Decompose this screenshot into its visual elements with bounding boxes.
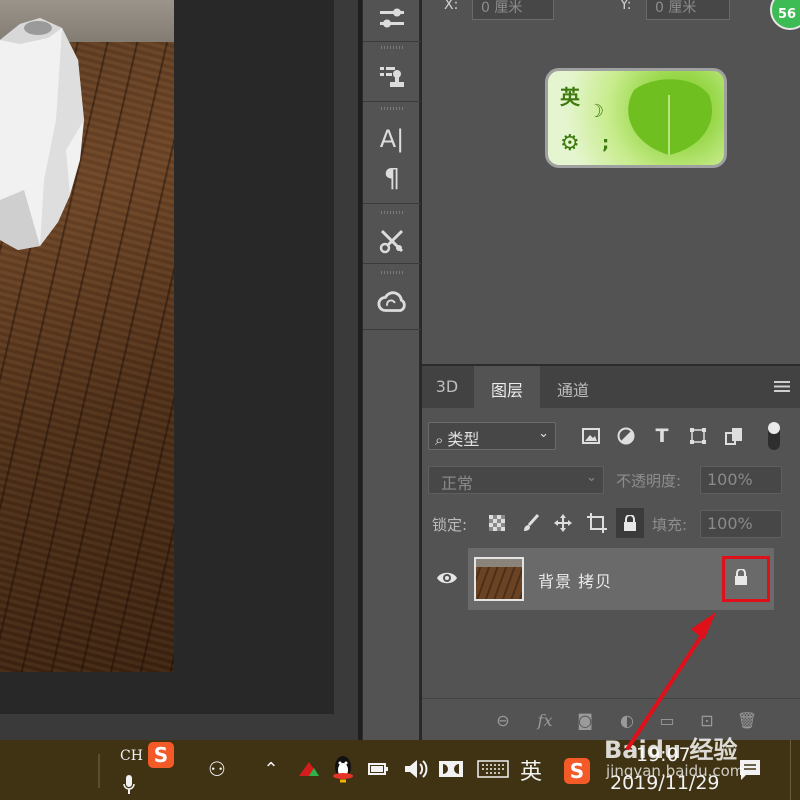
filter-toggle-knob bbox=[768, 422, 780, 434]
people-icon[interactable]: ⚇ bbox=[204, 756, 230, 782]
filter-toggle[interactable] bbox=[768, 422, 780, 450]
qq-penguin-icon[interactable] bbox=[330, 754, 356, 784]
blend-mode-label: 正常 bbox=[441, 474, 474, 493]
sogou-ime-tray-icon[interactable]: S bbox=[564, 758, 590, 784]
show-hidden-icons-chevron[interactable]: ⌃ bbox=[260, 756, 282, 782]
ime-language[interactable]: CH bbox=[120, 748, 143, 764]
battery-power-icon[interactable] bbox=[366, 758, 392, 780]
layer-name[interactable]: 背景 拷贝 bbox=[538, 568, 612, 592]
tab-layers[interactable]: 图层 bbox=[474, 366, 540, 408]
new-adjustment-icon[interactable]: ◐ bbox=[616, 709, 638, 731]
white-vase bbox=[0, 18, 84, 250]
moon-icon: ☽ bbox=[588, 101, 605, 122]
tab-channels[interactable]: 通道 bbox=[542, 366, 604, 408]
type-filter-icon[interactable]: T bbox=[651, 425, 673, 447]
tools-icon[interactable] bbox=[377, 226, 407, 256]
tray-app-icon[interactable] bbox=[296, 758, 322, 780]
tab-3d[interactable]: 3D bbox=[422, 366, 472, 408]
layers-panel: 3D 图层 通道 ⌕ 类型 ⌄ T 正常 ⌄ 不透明度: 100% 锁定: 填充… bbox=[422, 366, 800, 740]
trash-icon[interactable]: 🗑 bbox=[736, 709, 758, 731]
properties-panel: X: 0 厘米 Y: 0 厘米 bbox=[422, 0, 800, 364]
taskbar-divider bbox=[98, 754, 100, 788]
ime-status-widget[interactable]: 英 ☽ ⚙ ; bbox=[545, 68, 727, 168]
x-input[interactable]: 0 厘米 bbox=[472, 0, 554, 20]
image-filter-icon[interactable] bbox=[580, 425, 602, 447]
grip[interactable] bbox=[381, 46, 403, 49]
tool-group-type: A| ¶ bbox=[363, 112, 421, 204]
character-icon[interactable]: A| bbox=[377, 124, 407, 154]
opacity-input[interactable]: 100% bbox=[700, 466, 782, 494]
shape-filter-icon[interactable] bbox=[687, 425, 709, 447]
adjust-sliders-icon[interactable] bbox=[377, 4, 407, 34]
punctuation-icon: ; bbox=[602, 133, 610, 154]
panel-menu-icon[interactable] bbox=[774, 381, 790, 392]
fx-icon[interactable]: fx bbox=[534, 709, 556, 731]
link-layers-icon[interactable]: ⊖ bbox=[492, 709, 514, 731]
tool-group-adjust bbox=[363, 0, 421, 42]
microphone-icon[interactable] bbox=[120, 774, 138, 796]
tool-group-tools bbox=[363, 216, 421, 264]
speaker-volume-icon[interactable] bbox=[402, 756, 430, 782]
ime-skin-char: 英 bbox=[560, 85, 580, 109]
tool-group-stamp bbox=[363, 52, 421, 102]
document-canvas[interactable] bbox=[0, 0, 362, 740]
ime-mode-indicator[interactable]: 英 bbox=[520, 754, 542, 786]
chevron-down-icon: ⌄ bbox=[586, 470, 597, 485]
layer-thumbnail[interactable] bbox=[474, 557, 524, 601]
lock-highlight-box bbox=[722, 556, 770, 602]
filter-kind-label: 类型 bbox=[447, 430, 480, 449]
filter-kind-select[interactable]: ⌕ 类型 ⌄ bbox=[428, 422, 556, 450]
grip[interactable] bbox=[381, 107, 403, 110]
add-mask-icon[interactable]: ◙ bbox=[574, 709, 596, 731]
lock-artboard-crop-icon[interactable] bbox=[586, 512, 608, 534]
dolby-audio-icon[interactable] bbox=[438, 758, 464, 780]
panel-tab-bar: 3D 图层 通道 bbox=[422, 366, 800, 408]
gear-icon[interactable]: ⚙ bbox=[560, 131, 580, 156]
lock-position-move-icon[interactable] bbox=[552, 512, 574, 534]
opacity-label: 不透明度: bbox=[616, 472, 682, 490]
creative-cloud-icon[interactable] bbox=[377, 288, 407, 318]
tool-group-cc bbox=[363, 276, 421, 330]
chevron-down-icon: ⌄ bbox=[538, 426, 549, 441]
paragraph-icon[interactable]: ¶ bbox=[377, 164, 407, 194]
search-icon: ⌕ bbox=[435, 431, 444, 449]
fill-label: 填充: bbox=[652, 516, 688, 534]
y-input[interactable]: 0 厘米 bbox=[646, 0, 730, 20]
lock-label: 锁定: bbox=[432, 516, 468, 534]
show-desktop-strip[interactable] bbox=[790, 740, 800, 800]
x-label: X: bbox=[444, 0, 459, 13]
smart-object-filter-icon[interactable] bbox=[723, 425, 745, 447]
lock-all-icon[interactable] bbox=[616, 508, 644, 538]
y-label: Y: bbox=[620, 0, 632, 13]
sogou-ime-icon[interactable]: S bbox=[148, 742, 174, 768]
canvas-horizontal-scrollbar[interactable] bbox=[0, 714, 360, 740]
canvas-vertical-scrollbar[interactable] bbox=[334, 0, 360, 740]
collapsed-panel-strip: A| ¶ bbox=[362, 0, 421, 740]
stamp-list-icon[interactable] bbox=[377, 62, 407, 92]
baidu-watermark-url: jingyan.baidu.com bbox=[606, 762, 745, 780]
lock-transparent-icon[interactable] bbox=[486, 512, 508, 534]
lock-pixels-brush-icon[interactable] bbox=[520, 512, 542, 534]
touch-keyboard-icon[interactable] bbox=[476, 758, 510, 780]
grip[interactable] bbox=[381, 271, 403, 274]
adjustment-filter-icon[interactable] bbox=[615, 425, 637, 447]
leaf-icon bbox=[628, 79, 713, 155]
grip[interactable] bbox=[381, 211, 403, 214]
canvas-image[interactable] bbox=[0, 0, 174, 672]
eye-visibility-icon[interactable] bbox=[436, 570, 458, 586]
new-group-folder-icon[interactable]: ▭ bbox=[656, 709, 678, 731]
fill-input[interactable]: 100% bbox=[700, 510, 782, 538]
new-layer-icon[interactable]: ⊡ bbox=[696, 709, 718, 731]
blend-mode-select[interactable]: 正常 ⌄ bbox=[428, 466, 604, 494]
